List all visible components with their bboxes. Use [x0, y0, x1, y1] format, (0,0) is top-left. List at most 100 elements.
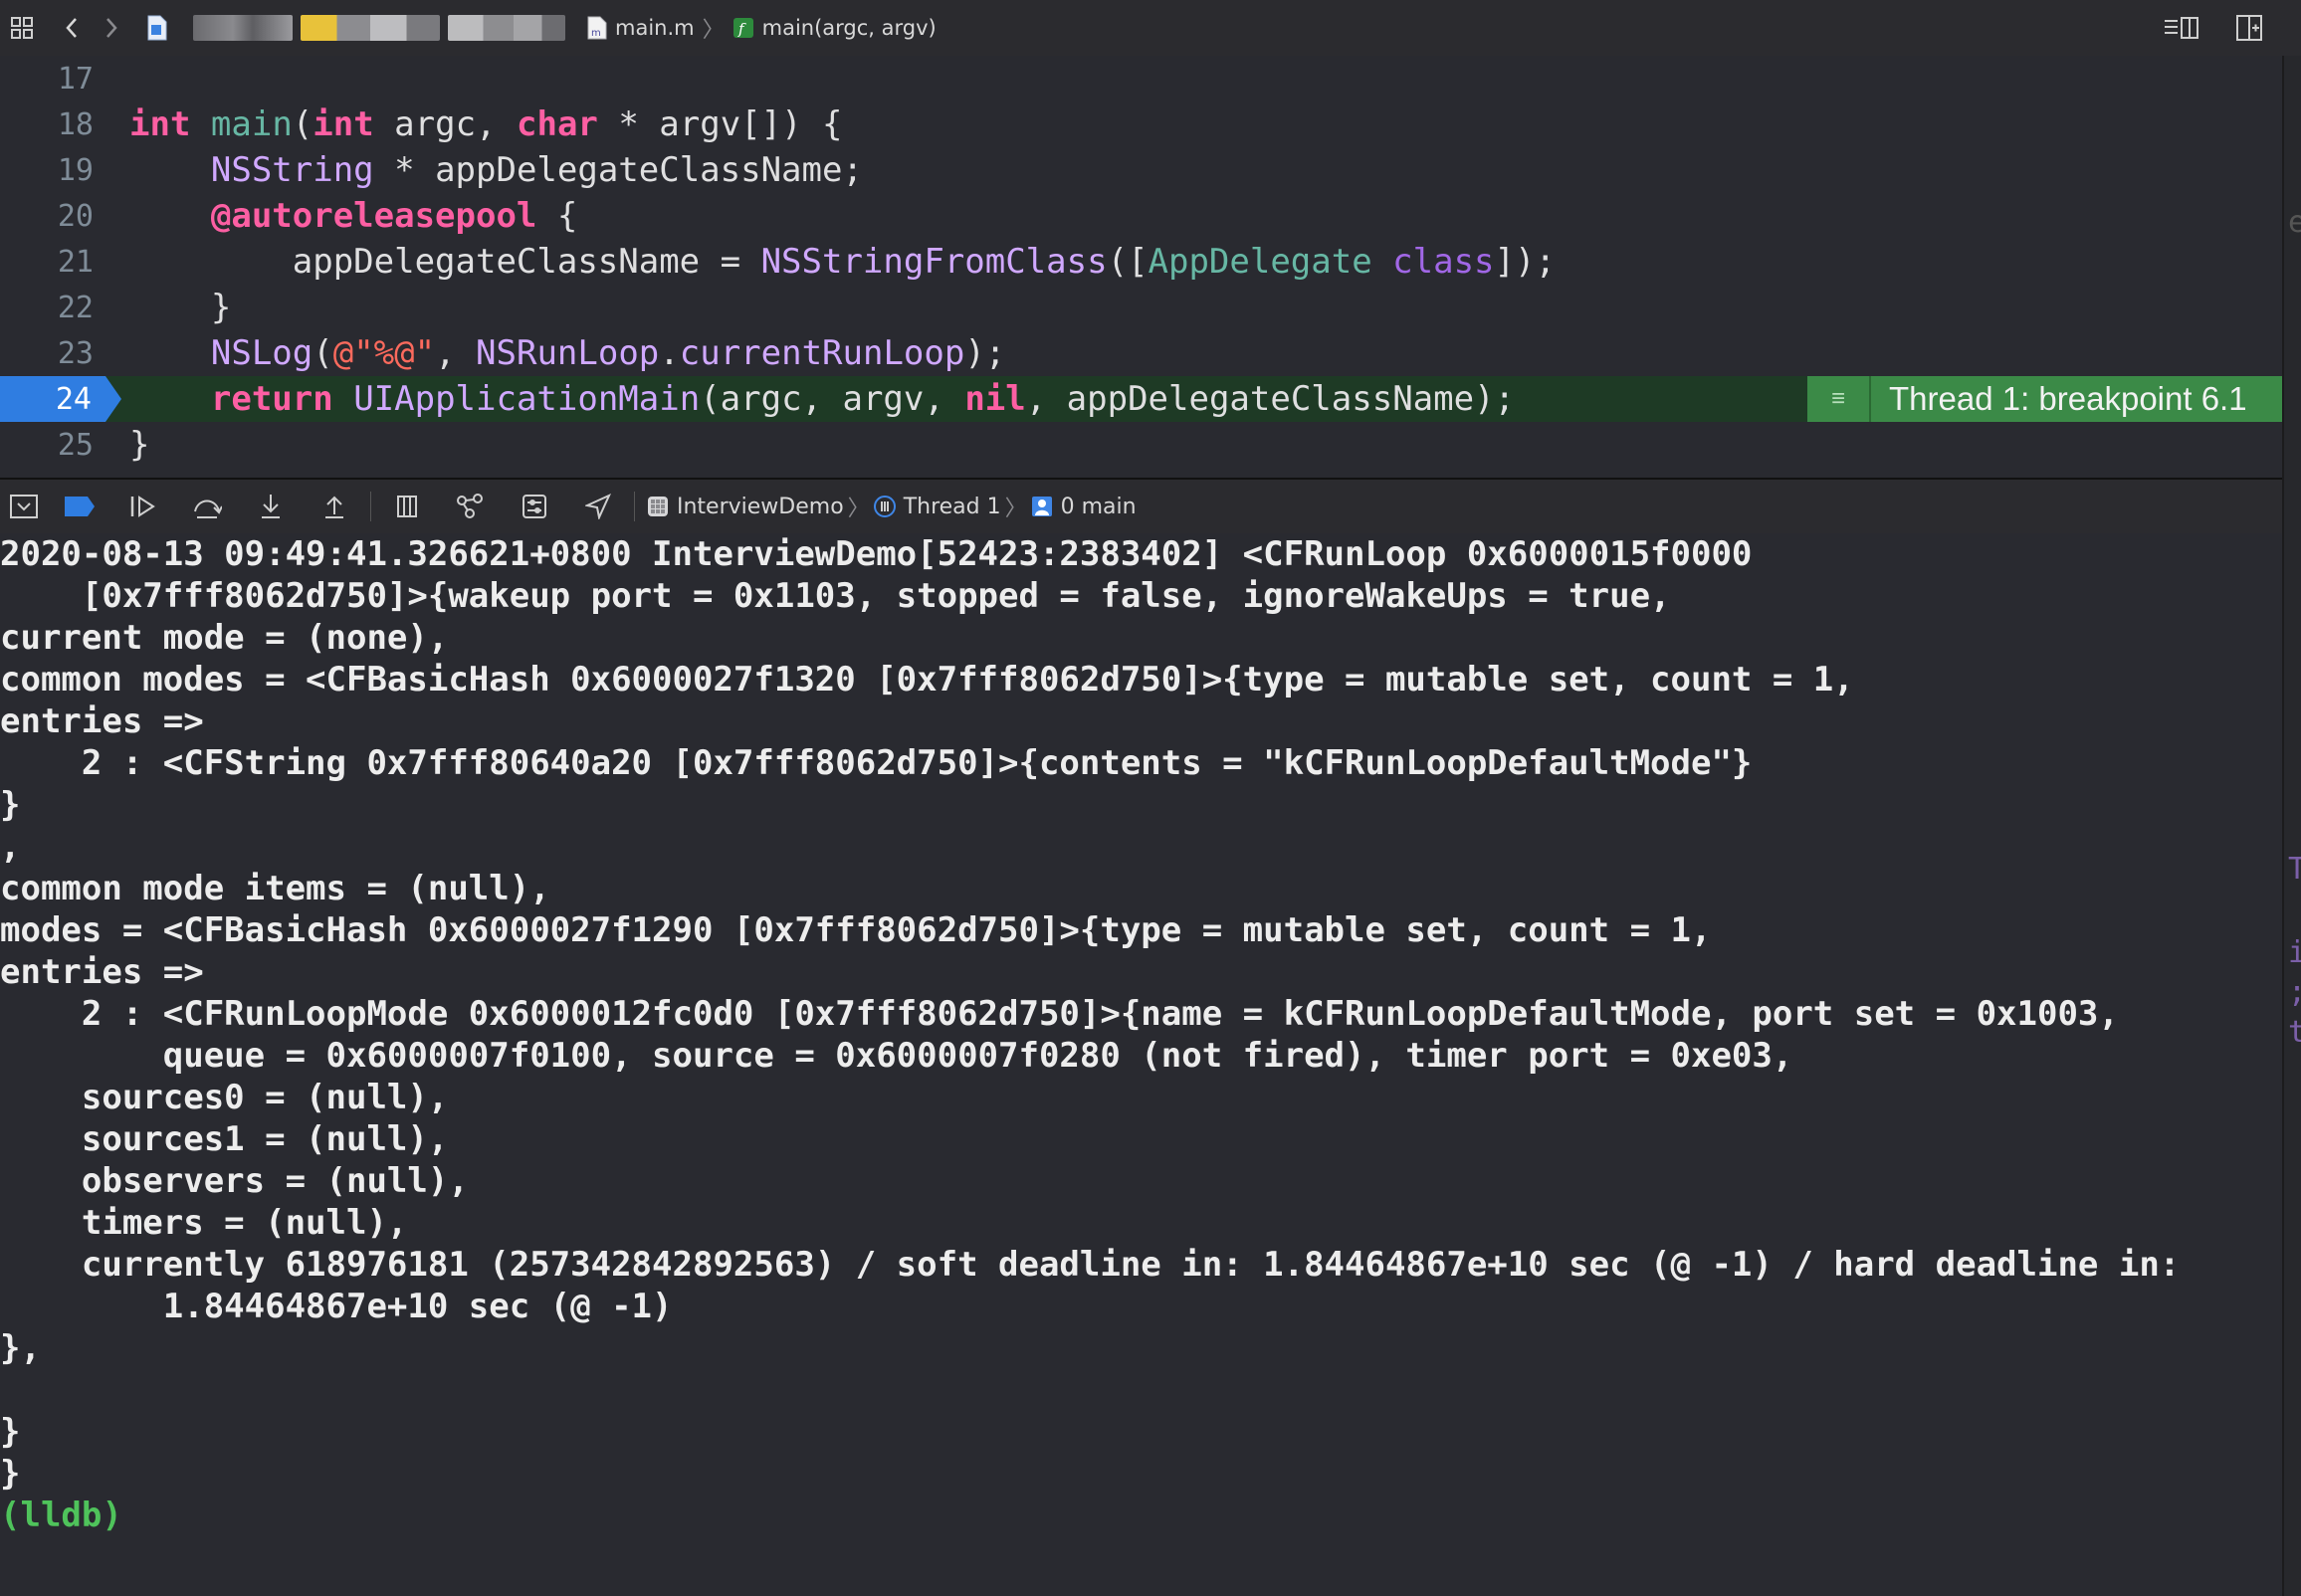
lldb-prompt[interactable]: (lldb): [0, 1495, 122, 1536]
code-text: @autoreleasepool {: [210, 196, 578, 236]
adjacent-pane-edge: e T i ; t: [2282, 56, 2301, 1596]
simulate-location-icon[interactable]: [566, 480, 630, 533]
code-line[interactable]: 23 NSLog(@"%@", NSRunLoop.currentRunLoop…: [0, 330, 2282, 376]
redacted-breadcrumb: [448, 15, 565, 41]
breadcrumb-function-label: main(argc, argv): [761, 16, 937, 40]
toolbar-divider: [634, 492, 635, 521]
debug-console[interactable]: 2020-08-13 09:49:41.326621+0800 Intervie…: [0, 533, 2282, 1596]
code-line[interactable]: 18 int main(int argc, char * argv[]) {: [0, 101, 2282, 147]
environment-overrides-icon[interactable]: [503, 480, 566, 533]
debug-thread-label: Thread 1: [903, 494, 1001, 519]
back-chevron-icon[interactable]: [52, 8, 92, 48]
console-line: }: [0, 1454, 21, 1494]
debug-frame-label: 0 main: [1060, 494, 1137, 519]
console-line: }: [0, 785, 21, 825]
console-line: timers = (null),: [0, 1203, 408, 1243]
thread-breakpoint-badge[interactable]: ≡ Thread 1: breakpoint 6.1: [1807, 376, 2282, 422]
console-line: 2 : <CFString 0x7fff80640a20 [0x7fff8062…: [0, 743, 1753, 783]
project-file-icon[interactable]: [137, 8, 177, 48]
console-line: [0x7fff8062d750]>{wakeup port = 0x1103, …: [0, 576, 1671, 616]
add-editor-split-icon[interactable]: [2229, 8, 2269, 48]
console-line: common modes = <CFBasicHash 0x6000027f13…: [0, 660, 1854, 699]
breakpoint-marker[interactable]: 24: [0, 376, 121, 422]
line-number: 21: [57, 244, 94, 280]
console-line: entries =>: [0, 701, 204, 741]
app-icon: [648, 497, 668, 516]
console-line: modes = <CFBasicHash 0x6000027f1290 [0x7…: [0, 910, 1712, 950]
code-line[interactable]: 22 }: [0, 285, 2282, 330]
hide-debug-area-icon[interactable]: [0, 480, 48, 533]
console-line: },: [0, 1328, 41, 1368]
source-editor[interactable]: 17 18 int main(int argc, char * argv[]) …: [0, 56, 2282, 478]
console-line: currently 618976181 (257342842892563) / …: [0, 1245, 2181, 1285]
code-text: NSString * appDelegateClassName;: [210, 150, 863, 190]
adjust-editor-options-icon[interactable]: [2162, 8, 2201, 48]
console-line: 1.84464867e+10 sec (@ -1): [0, 1287, 673, 1326]
breakpoints-toggle-icon[interactable]: [48, 480, 111, 533]
debug-breadcrumb-frame[interactable]: 0 main: [1031, 495, 1137, 519]
code-line[interactable]: 21 appDelegateClassName = NSStringFromCl…: [0, 239, 2282, 285]
breadcrumb-separator-icon: 〉: [702, 18, 725, 43]
console-line: common mode items = (null),: [0, 869, 550, 908]
code-line[interactable]: 17: [0, 56, 2282, 101]
code-line[interactable]: 25 }: [0, 422, 2282, 468]
code-text: int main(int argc, char * argv[]) {: [129, 104, 843, 144]
console-line: queue = 0x6000007f0100, source = 0x60000…: [0, 1036, 1793, 1076]
memory-graph-icon[interactable]: [439, 480, 503, 533]
forward-chevron-icon[interactable]: [92, 8, 131, 48]
svg-text:m: m: [591, 28, 601, 39]
console-line: sources1 = (null),: [0, 1119, 449, 1159]
breadcrumb-file-label: main.m: [615, 16, 695, 40]
line-number: 18: [57, 106, 94, 142]
line-number: 22: [57, 290, 94, 325]
code-line[interactable]: 19 NSString * appDelegateClassName;: [0, 147, 2282, 193]
objc-file-icon: m: [587, 16, 607, 40]
code-line-current[interactable]: 24 return UIApplicationMain(argc, argv, …: [0, 376, 2282, 422]
cropped-glyph: i: [2288, 935, 2301, 970]
debug-breadcrumb-thread[interactable]: Thread 1: [873, 494, 1001, 519]
cropped-glyph: T: [2288, 852, 2301, 887]
breadcrumb-function[interactable]: f main(argc, argv): [732, 16, 937, 40]
cropped-glyph: ;: [2288, 975, 2301, 1010]
redacted-breadcrumb: [301, 15, 440, 41]
function-icon: f: [732, 18, 753, 38]
thread-icon: [873, 496, 896, 517]
code-line[interactable]: 20 @autoreleasepool {: [0, 193, 2282, 239]
console-line: current mode = (none),: [0, 618, 449, 658]
code-text: return UIApplicationMain(argc, argv, nil…: [210, 379, 1516, 419]
debug-view-hierarchy-icon[interactable]: [375, 480, 439, 533]
line-number: 20: [57, 198, 94, 234]
console-line: 2 : <CFRunLoopMode 0x6000012fc0d0 [0x7ff…: [0, 994, 2119, 1034]
line-number: 17: [57, 61, 94, 97]
code-text: }: [129, 288, 232, 327]
thread-breakpoint-label: Thread 1: breakpoint 6.1: [1889, 380, 2247, 417]
step-over-icon[interactable]: [175, 480, 239, 533]
console-line: 2020-08-13 09:49:41.326621+0800 Intervie…: [0, 534, 1753, 574]
line-number: 23: [57, 335, 94, 371]
cropped-glyph: e: [2288, 205, 2301, 240]
line-number: 19: [57, 152, 94, 188]
code-text: }: [129, 425, 150, 465]
toolbar-divider: [370, 492, 371, 521]
menu-lines-icon: ≡: [1807, 376, 1871, 422]
breadcrumb-file[interactable]: m main.m: [587, 16, 695, 40]
code-text: appDelegateClassName = NSStringFromClass…: [129, 242, 1556, 282]
console-line: sources0 = (null),: [0, 1078, 449, 1117]
console-line: entries =>: [0, 952, 204, 992]
redacted-breadcrumb: [193, 15, 293, 41]
debug-app-label: InterviewDemo: [677, 494, 844, 519]
breadcrumb-separator-icon: 〉: [1004, 497, 1027, 521]
stack-frame-person-icon: [1031, 497, 1052, 516]
cropped-glyph: t: [2288, 1015, 2301, 1050]
step-out-icon[interactable]: [303, 480, 366, 533]
console-line: ,: [0, 827, 21, 867]
breadcrumb-separator-icon: 〉: [847, 497, 870, 521]
related-items-grid-icon[interactable]: [2, 8, 42, 48]
debug-breadcrumb-app[interactable]: InterviewDemo: [647, 495, 844, 519]
step-into-icon[interactable]: [239, 480, 303, 533]
line-number: 24: [55, 381, 92, 417]
code-text: NSLog(@"%@", NSRunLoop.currentRunLoop);: [210, 333, 1006, 373]
continue-icon[interactable]: [111, 480, 175, 533]
console-line: }: [0, 1412, 21, 1452]
jump-bar: m main.m 〉 f main(argc, argv): [0, 0, 2301, 57]
